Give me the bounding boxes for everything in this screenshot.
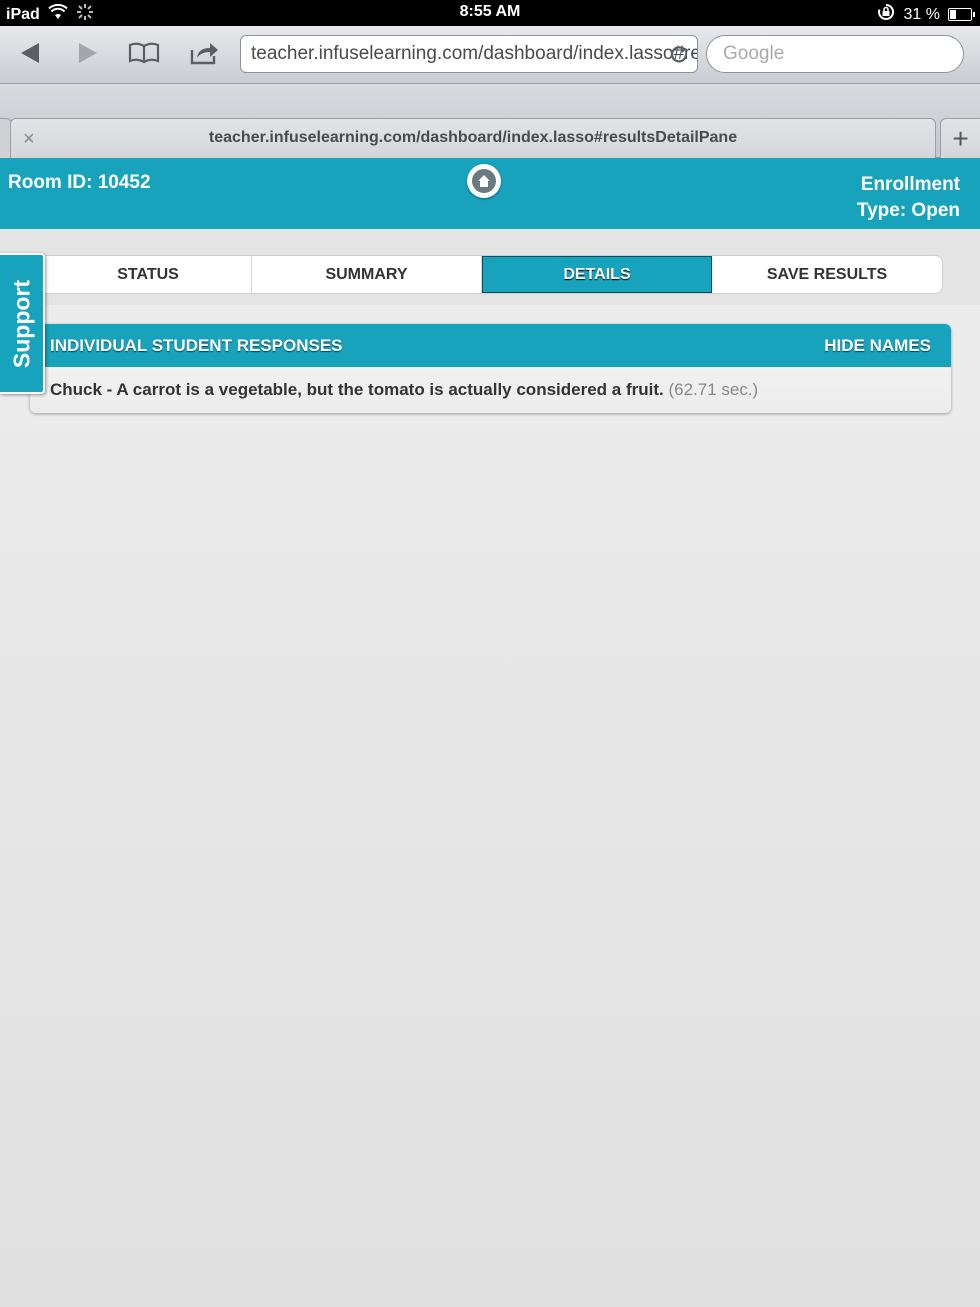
panel-title: INDIVIDUAL STUDENT RESPONSES — [50, 336, 343, 355]
url-text: teacher.infuselearning.com/dashboard/ind… — [251, 43, 697, 64]
support-label: Support — [8, 279, 34, 368]
browser-toolbar: teacher.infuselearning.com/dashboard/ind… — [0, 26, 980, 84]
search-input[interactable]: Google — [706, 35, 964, 73]
list-item: Chuck - A carrot is a vegetable, but the… — [50, 380, 758, 400]
tab-save-results[interactable]: SAVE RESULTS — [712, 256, 942, 293]
clock: 8:55 AM — [459, 3, 521, 20]
tab-details[interactable]: DETAILS — [482, 256, 712, 293]
responses-panel-header: INDIVIDUAL STUDENT RESPONSES HIDE NAMES — [30, 324, 951, 367]
status-bar: iPad 8:55 AM 31 % — [0, 0, 980, 26]
tab-status[interactable]: STATUS — [45, 256, 252, 293]
forward-icon[interactable] — [70, 38, 106, 68]
results-tabs: STATUS SUMMARY DETAILS SAVE RESULTS — [44, 255, 943, 294]
support-tab[interactable]: Support — [0, 253, 45, 394]
room-id: Room ID: 10452 — [8, 172, 151, 193]
app-header: Room ID: 10452 Enrollment Type: Open — [0, 158, 980, 229]
rotation-lock-icon — [876, 3, 896, 26]
enrollment-value: Type: Open — [856, 200, 960, 221]
responses-panel: INDIVIDUAL STUDENT RESPONSES HIDE NAMES … — [30, 324, 951, 413]
home-button[interactable] — [467, 164, 501, 198]
share-icon[interactable] — [186, 38, 222, 68]
tab-title: teacher.infuselearning.com/dashboard/ind… — [208, 129, 738, 146]
reload-icon[interactable] — [669, 44, 689, 70]
battery-icon — [948, 8, 975, 21]
response-time: (62.71 sec.) — [668, 380, 759, 399]
battery-percent: 31 % — [903, 5, 940, 23]
new-tab-button[interactable]: + — [940, 118, 980, 158]
back-icon[interactable] — [12, 38, 48, 68]
enrollment-type: Enrollment Type: Open — [857, 172, 960, 224]
address-bar[interactable]: teacher.infuselearning.com/dashboard/ind… — [240, 35, 698, 73]
bookmarks-icon[interactable] — [126, 38, 162, 68]
hide-names-button[interactable]: HIDE NAMES — [824, 336, 931, 356]
browser-tab-bar: × teacher.infuselearning.com/dashboard/i… — [0, 84, 980, 158]
enrollment-label: Enrollment — [860, 174, 960, 195]
home-icon — [472, 169, 496, 193]
browser-tab[interactable]: × teacher.infuselearning.com/dashboard/i… — [10, 118, 936, 158]
results-nav: STATUS SUMMARY DETAILS SAVE RESULTS — [0, 229, 980, 305]
tab-summary[interactable]: SUMMARY — [252, 256, 482, 293]
response-text: Chuck - A carrot is a vegetable, but the… — [50, 380, 669, 399]
